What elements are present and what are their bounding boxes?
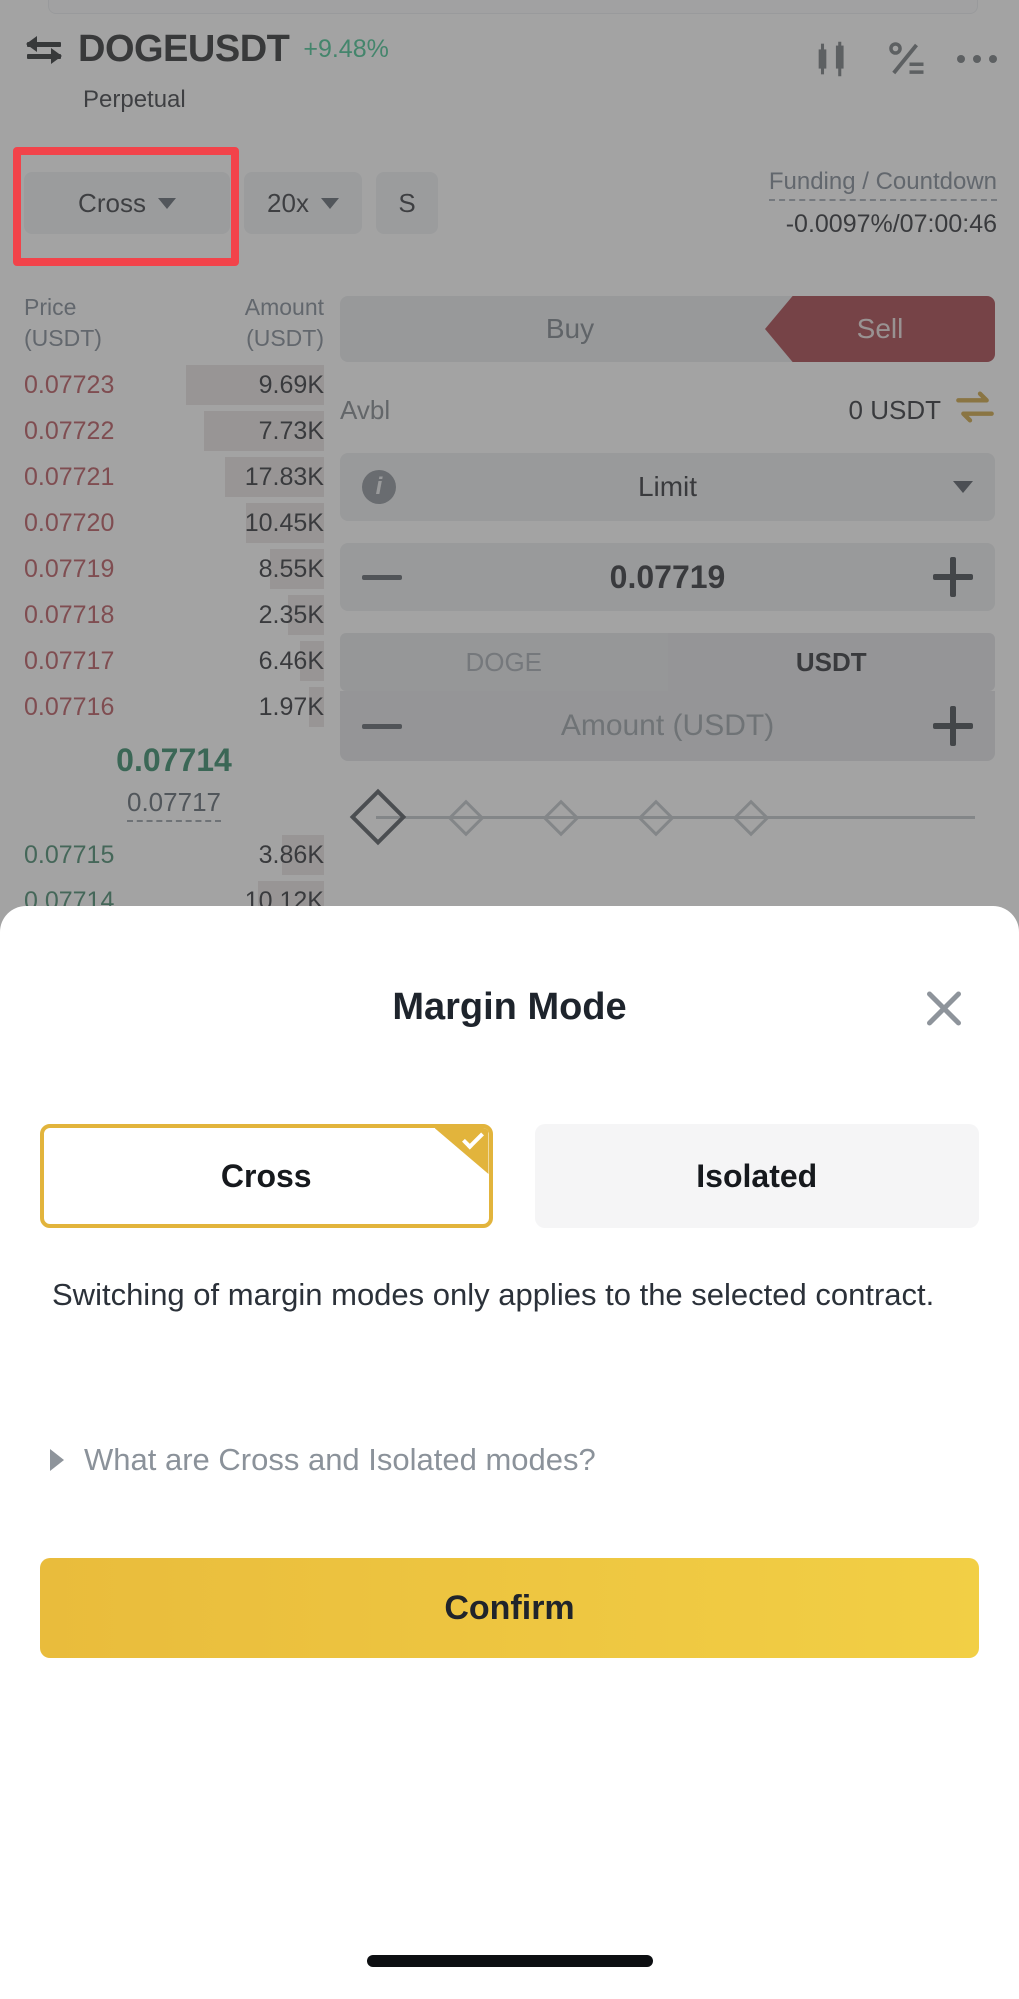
slider-handle[interactable] xyxy=(349,788,407,846)
amount-unit-tabs: DOGE USDT xyxy=(340,633,995,691)
buy-sell-toggle: Buy Sell xyxy=(340,296,995,362)
price-stepper[interactable]: 0.07719 xyxy=(340,543,995,611)
order-book-row[interactable]: 0.07722 7.73K xyxy=(24,408,324,454)
margin-mode-options: Cross Isolated xyxy=(40,1124,979,1228)
order-book-price-unit: (USDT) xyxy=(24,325,102,351)
ask-rows: 0.07723 9.69K 0.07722 7.73K 0.07721 17.83K 0.0… xyxy=(24,362,324,730)
order-book-price: 0.07722 xyxy=(24,416,115,445)
order-book: Price (USDT) Amount (USDT) 0.07723 9.69K 0… xyxy=(24,292,324,924)
home-indicator xyxy=(366,1955,653,1967)
order-book-price-col: Price xyxy=(24,294,77,320)
order-book-row[interactable]: 0.07716 1.97K xyxy=(24,684,324,730)
order-book-amount: 3.86K xyxy=(258,840,324,869)
slider-node-75[interactable] xyxy=(637,799,675,837)
available-balance-row: Avbl 0 USDT xyxy=(340,390,995,431)
slider-node-25[interactable] xyxy=(447,799,485,837)
pair-name[interactable]: DOGEUSDT xyxy=(78,28,290,71)
contract-type-label: Perpetual xyxy=(83,86,186,113)
screen: DOGEUSDT +9.48% Perpetual Cross 20x S Fu… xyxy=(0,0,1019,1999)
slider-node-100[interactable] xyxy=(732,799,770,837)
modal-description: Switching of margin modes only applies t… xyxy=(52,1277,935,1312)
candlestick-chart-icon[interactable] xyxy=(811,36,857,87)
learn-more-label: What are Cross and Isolated modes? xyxy=(84,1442,596,1477)
order-type-value: Limit xyxy=(637,471,698,502)
buy-tab[interactable]: Buy xyxy=(340,296,800,362)
confirm-button[interactable]: Confirm xyxy=(40,1558,979,1658)
order-book-row[interactable]: 0.07715 3.86K xyxy=(24,832,324,878)
more-options-icon[interactable] xyxy=(955,51,999,72)
percent-split-icon[interactable] xyxy=(885,38,927,85)
price-change-percent: +9.48% xyxy=(303,35,389,63)
order-book-price: 0.07715 xyxy=(24,840,115,869)
mark-price: 0.07714 xyxy=(116,742,232,778)
order-book-price: 0.07721 xyxy=(24,462,115,491)
amount-input-placeholder[interactable]: Amount (USDT) xyxy=(340,709,995,743)
swap-icon[interactable] xyxy=(24,30,64,70)
order-book-amount-unit: (USDT) xyxy=(246,325,324,351)
chevron-right-icon xyxy=(50,1449,64,1471)
funding-label: Funding / Countdown xyxy=(768,168,997,201)
order-book-row[interactable]: 0.07718 2.35K xyxy=(24,592,324,638)
order-book-amount: 10.45K xyxy=(244,508,324,537)
order-book-row[interactable]: 0.07720 10.45K xyxy=(24,500,324,546)
header-icon-group xyxy=(811,36,999,87)
order-book-amount: 1.97K xyxy=(258,692,324,721)
plus-icon[interactable] xyxy=(933,706,973,746)
close-icon[interactable] xyxy=(917,982,971,1036)
order-book-row[interactable]: 0.07717 6.46K xyxy=(24,638,324,684)
margin-mode-option-isolated-label: Isolated xyxy=(696,1157,818,1194)
order-book-price: 0.07718 xyxy=(24,600,115,629)
plus-icon[interactable] xyxy=(933,557,973,597)
price-input-value[interactable]: 0.07719 xyxy=(340,559,995,596)
available-balance-value: 0 USDT xyxy=(848,395,941,425)
order-entry-panel: Buy Sell Avbl 0 USDT i Limit 0.07719 DOG… xyxy=(340,296,995,846)
available-balance-label: Avbl xyxy=(340,395,391,425)
chevron-down-icon xyxy=(320,197,339,209)
sell-tab[interactable]: Sell xyxy=(765,296,995,362)
margin-mode-option-isolated[interactable]: Isolated xyxy=(534,1124,979,1228)
order-book-price: 0.07720 xyxy=(24,508,115,537)
leverage-selector[interactable]: 20x xyxy=(244,172,362,234)
slider-node-50[interactable] xyxy=(542,799,580,837)
order-book-amount: 2.35K xyxy=(258,600,324,629)
order-book-header: Price (USDT) Amount (USDT) xyxy=(24,292,324,354)
order-book-amount: 8.55K xyxy=(258,554,324,583)
mid-price-block: 0.07714 0.07717 xyxy=(24,730,324,824)
order-book-amount: 9.69K xyxy=(258,370,324,399)
order-book-price: 0.07717 xyxy=(24,646,115,675)
margin-mode-highlight-annotation xyxy=(13,147,239,266)
order-type-selector[interactable]: i Limit xyxy=(340,453,995,521)
margin-mode-option-cross-label: Cross xyxy=(220,1157,312,1194)
margin-mode-option-cross[interactable]: Cross xyxy=(40,1124,493,1228)
order-book-amount: 17.83K xyxy=(244,462,324,491)
order-book-amount-col: Amount xyxy=(244,294,324,320)
top-partial-panel xyxy=(48,0,978,14)
order-book-row[interactable]: 0.07721 17.83K xyxy=(24,454,324,500)
order-book-price: 0.07716 xyxy=(24,692,115,721)
order-book-price: 0.07723 xyxy=(24,370,115,399)
pair-header: DOGEUSDT +9.48% xyxy=(24,28,389,71)
order-book-row[interactable]: 0.07719 8.55K xyxy=(24,546,324,592)
order-book-row[interactable]: 0.07723 9.69K xyxy=(24,362,324,408)
unit-toggle-label: S xyxy=(398,187,416,218)
modal-title: Margin Mode xyxy=(392,986,627,1028)
margin-mode-modal: Margin Mode Cross Isolated Switching of … xyxy=(0,906,1019,1999)
order-book-amount: 6.46K xyxy=(258,646,324,675)
funding-value: -0.0097%/07:00:46 xyxy=(785,210,997,238)
unit-toggle-button[interactable]: S xyxy=(376,172,438,234)
learn-more-link[interactable]: What are Cross and Isolated modes? xyxy=(50,1442,596,1478)
order-book-price: 0.07719 xyxy=(24,554,115,583)
amount-percent-slider[interactable] xyxy=(340,788,995,846)
order-book-amount: 7.73K xyxy=(258,416,324,445)
leverage-value: 20x xyxy=(267,187,309,218)
index-price: 0.07717 xyxy=(127,787,221,822)
check-icon xyxy=(434,1128,489,1174)
funding-countdown[interactable]: Funding / Countdown -0.0097%/07:00:46 xyxy=(768,168,997,239)
unit-tab-usdt[interactable]: USDT xyxy=(667,633,995,691)
amount-stepper[interactable]: Amount (USDT) xyxy=(340,691,995,761)
transfer-arrows-icon[interactable] xyxy=(955,390,995,431)
unit-tab-doge[interactable]: DOGE xyxy=(340,633,668,691)
